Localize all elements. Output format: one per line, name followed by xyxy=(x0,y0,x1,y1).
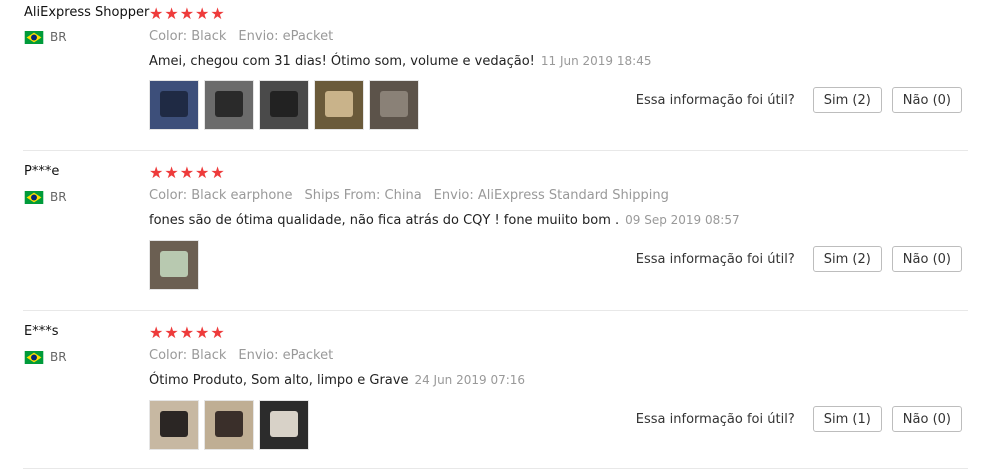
review-photos xyxy=(149,400,309,450)
review-divider xyxy=(23,468,968,469)
meta-value: Black earphone xyxy=(191,188,293,203)
star-icon: ★ xyxy=(179,4,195,23)
review-photo[interactable] xyxy=(149,80,199,130)
reviewer-country: BR xyxy=(24,350,67,364)
helpful-yes-button[interactable]: Sim (2) xyxy=(812,87,882,113)
meta-key: Color: xyxy=(149,29,188,44)
helpful-no-button[interactable]: Não (0) xyxy=(891,87,962,113)
star-icon: ★ xyxy=(164,323,179,342)
review-divider xyxy=(23,310,968,311)
helpful-vote: Essa informação foi útil? Sim (2) Não (0… xyxy=(636,87,962,113)
review-body: Amei, chegou com 31 dias! Ótimo som, vol… xyxy=(149,54,535,69)
review-text: fones são de ótima qualidade, não fica a… xyxy=(149,213,740,228)
helpful-no-button[interactable]: Não (0) xyxy=(891,246,962,272)
star-icon: ★ xyxy=(164,163,179,182)
review-photo[interactable] xyxy=(259,80,309,130)
meta-value: ePacket xyxy=(282,29,334,44)
rating-stars: ★ ★ ★ ★ ★ xyxy=(149,325,225,341)
country-code: BR xyxy=(50,350,67,364)
helpful-vote: Essa informação foi útil? Sim (1) Não (0… xyxy=(636,406,962,432)
review-meta: Color: Black Envio: ePacket xyxy=(149,348,333,363)
star-icon: ★ xyxy=(210,323,225,342)
helpful-no-button[interactable]: Não (0) xyxy=(891,406,962,432)
reviewer-country: BR xyxy=(24,30,67,44)
rating-stars: ★ ★ ★ ★ ★ xyxy=(149,6,225,22)
review-photo[interactable] xyxy=(369,80,419,130)
star-icon: ★ xyxy=(179,323,195,342)
review-date: 09 Sep 2019 08:57 xyxy=(625,213,740,227)
helpful-yes-button[interactable]: Sim (1) xyxy=(812,406,882,432)
reviewer-name: E***s xyxy=(24,324,59,339)
helpful-vote: Essa informação foi útil? Sim (2) Não (0… xyxy=(636,246,962,272)
review-item: E***s BR ★ ★ ★ ★ ★ Color: Black Envio: ePacket… xyxy=(0,310,991,470)
review-meta: Color: Black Envio: ePacket xyxy=(149,29,333,44)
meta-value: AliExpress Standard Shipping xyxy=(477,188,669,203)
star-icon: ★ xyxy=(195,4,210,23)
meta-value: ePacket xyxy=(282,348,334,363)
meta-value: China xyxy=(384,188,422,203)
review-date: 11 Jun 2019 18:45 xyxy=(540,54,652,68)
helpful-question: Essa informação foi útil? xyxy=(635,411,795,427)
country-code: BR xyxy=(50,30,67,44)
review-text: Amei, chegou com 31 dias! Ótimo som, vol… xyxy=(149,54,651,69)
star-icon: ★ xyxy=(149,4,164,23)
meta-value: Black xyxy=(191,29,227,44)
star-icon: ★ xyxy=(210,4,225,23)
reviewer-name: P***e xyxy=(24,164,60,179)
brazil-flag-icon xyxy=(24,30,44,44)
review-body: fones são de ótima qualidade, não fica a… xyxy=(149,213,620,228)
review-photo[interactable] xyxy=(149,240,199,290)
meta-key: Color: xyxy=(149,188,188,203)
star-icon: ★ xyxy=(195,163,210,182)
star-icon: ★ xyxy=(195,323,210,342)
meta-key: Ships From: xyxy=(304,188,381,203)
star-icon: ★ xyxy=(210,163,225,182)
review-photo[interactable] xyxy=(204,80,254,130)
star-icon: ★ xyxy=(149,163,164,182)
rating-stars: ★ ★ ★ ★ ★ xyxy=(149,165,225,181)
review-meta: Color: Black earphone Ships From: China En… xyxy=(149,188,669,203)
meta-key: Envio: xyxy=(433,188,474,203)
star-icon: ★ xyxy=(149,323,164,342)
brazil-flag-icon xyxy=(24,190,44,204)
review-photo[interactable] xyxy=(314,80,364,130)
reviewer-country: BR xyxy=(24,190,67,204)
reviewer-name: AliExpress Shopper xyxy=(24,5,150,20)
helpful-yes-button[interactable]: Sim (2) xyxy=(812,246,882,272)
helpful-question: Essa informação foi útil? xyxy=(635,92,795,108)
review-date: 24 Jun 2019 07:16 xyxy=(414,373,526,387)
review-photos xyxy=(149,240,199,290)
meta-key: Color: xyxy=(149,348,188,363)
review-photo[interactable] xyxy=(204,400,254,450)
review-divider xyxy=(23,150,968,151)
brazil-flag-icon xyxy=(24,350,44,364)
meta-key: Envio: xyxy=(238,348,279,363)
meta-value: Black xyxy=(191,348,227,363)
review-text: Ótimo Produto, Som alto, limpo e Grave 24… xyxy=(149,373,525,388)
country-code: BR xyxy=(50,190,67,204)
review-photos xyxy=(149,80,419,130)
star-icon: ★ xyxy=(179,163,195,182)
review-photo[interactable] xyxy=(259,400,309,450)
helpful-question: Essa informação foi útil? xyxy=(635,251,795,267)
review-item: P***e BR ★ ★ ★ ★ ★ Color: Black earphone Ships… xyxy=(0,150,991,310)
star-icon: ★ xyxy=(164,4,179,23)
review-item: AliExpress Shopper BR ★ ★ ★ ★ ★ Color: Black E… xyxy=(0,0,991,160)
meta-key: Envio: xyxy=(238,29,279,44)
review-photo[interactable] xyxy=(149,400,199,450)
review-body: Ótimo Produto, Som alto, limpo e Grave xyxy=(149,373,409,388)
